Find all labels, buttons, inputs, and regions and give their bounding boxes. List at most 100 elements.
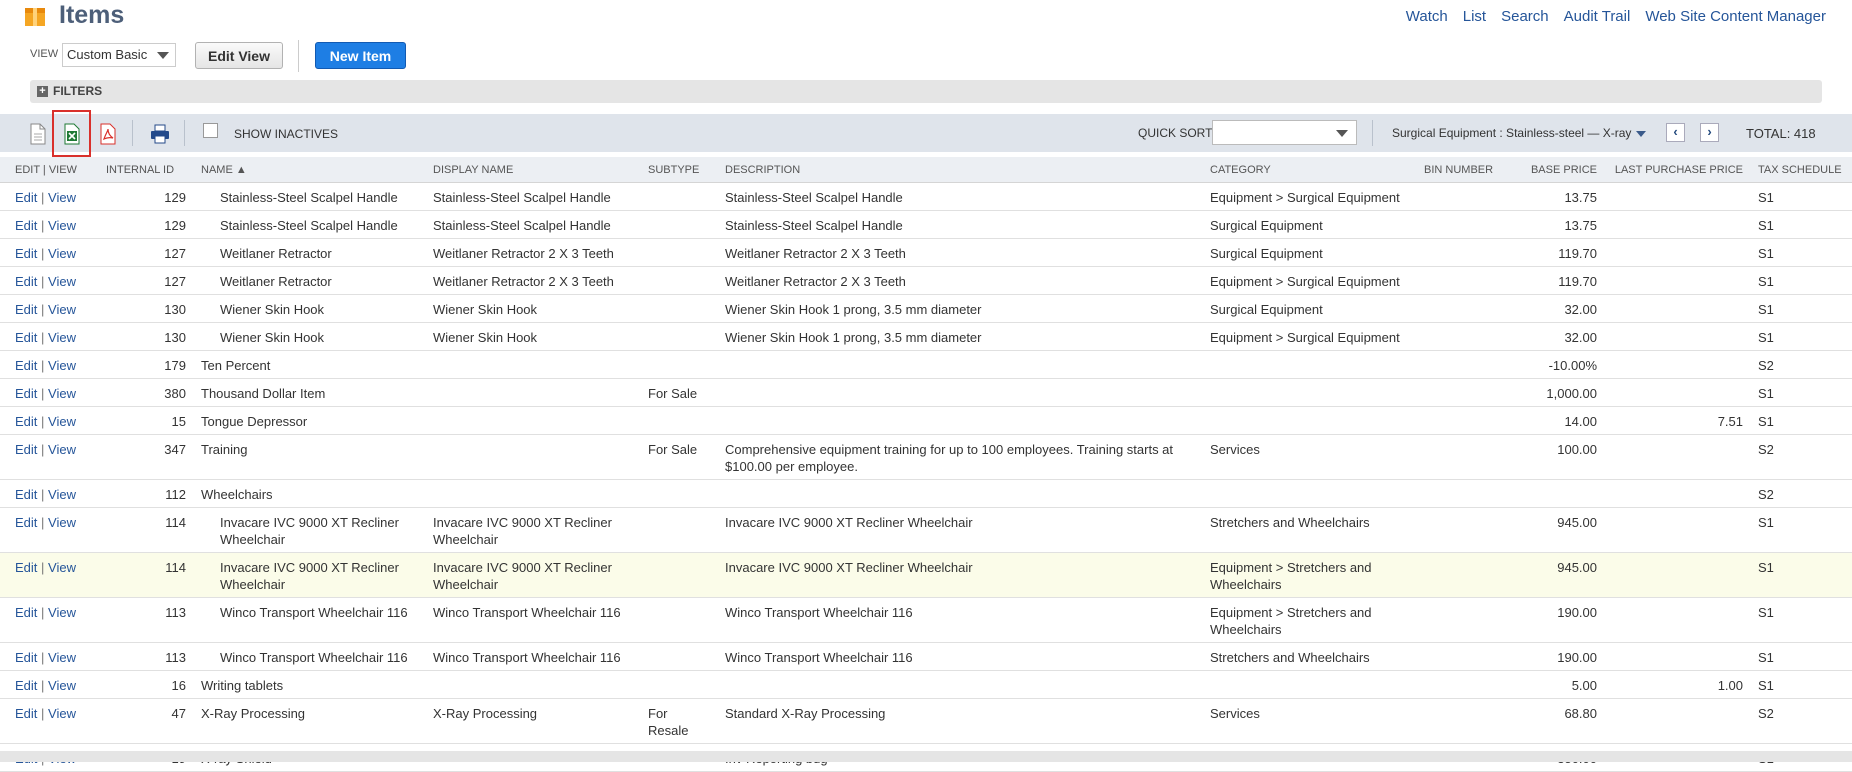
quick-sort-select[interactable] — [1212, 120, 1357, 145]
view-select[interactable]: Custom Basic — [62, 43, 176, 67]
column-header-tax-schedule[interactable]: TAX SCHEDULE — [1743, 157, 1852, 183]
edit-link[interactable]: Edit — [15, 706, 37, 721]
last-purchase-price-cell — [1597, 642, 1743, 671]
edit-view-button[interactable]: Edit View — [195, 42, 283, 69]
description-cell: Weitlaner Retractor 2 X 3 Teeth — [710, 266, 1195, 295]
edit-view-cell: Edit | View — [0, 698, 91, 744]
column-header-display-name[interactable]: DISPLAY NAME — [418, 157, 633, 183]
link-separator: | — [41, 330, 45, 345]
description-cell — [710, 670, 1195, 699]
print-icon[interactable] — [149, 123, 171, 145]
search-link[interactable]: Search — [1501, 8, 1549, 25]
view-link[interactable]: View — [48, 190, 76, 205]
edit-link[interactable]: Edit — [15, 302, 37, 317]
column-header-last-purchase-price[interactable]: LAST PURCHASE PRICE — [1597, 157, 1743, 183]
last-purchase-price-cell — [1597, 479, 1743, 508]
filters-bar[interactable]: + FILTERS — [30, 80, 1822, 103]
web-site-content-manager-link[interactable]: Web Site Content Manager — [1645, 8, 1826, 25]
table-row: Edit | View 114 Invacare IVC 9000 XT Recli… — [0, 552, 1852, 598]
next-page-button[interactable]: › — [1700, 123, 1719, 142]
view-link[interactable]: View — [48, 358, 76, 373]
items-table: EDIT | VIEW INTERNAL ID NAME ▲ DISPLAY N… — [0, 157, 1852, 772]
edit-link[interactable]: Edit — [15, 414, 37, 429]
last-purchase-price-cell — [1597, 378, 1743, 407]
column-header-category[interactable]: CATEGORY — [1195, 157, 1409, 183]
edit-link[interactable]: Edit — [15, 330, 37, 345]
link-separator: | — [41, 650, 45, 665]
view-link[interactable]: View — [48, 560, 76, 575]
edit-link[interactable]: Edit — [15, 246, 37, 261]
edit-link[interactable]: Edit — [15, 358, 37, 373]
view-link[interactable]: View — [48, 678, 76, 693]
column-header-description[interactable]: DESCRIPTION — [710, 157, 1195, 183]
view-link[interactable]: View — [48, 274, 76, 289]
edit-link[interactable]: Edit — [15, 442, 37, 457]
category-cell: Services — [1195, 434, 1409, 480]
column-header-base-price[interactable]: BASE PRICE — [1507, 157, 1597, 183]
page-range-label: Surgical Equipment : Stainless-steel — X… — [1392, 126, 1632, 140]
view-link[interactable]: View — [48, 302, 76, 317]
link-separator: | — [41, 190, 45, 205]
last-purchase-price-cell — [1597, 322, 1743, 351]
edit-link[interactable]: Edit — [15, 650, 37, 665]
view-link[interactable]: View — [48, 515, 76, 530]
page-range-select[interactable]: Surgical Equipment : Stainless-steel — X… — [1392, 126, 1647, 140]
previous-page-button[interactable]: ‹ — [1666, 123, 1685, 142]
description-cell — [710, 479, 1195, 508]
view-link[interactable]: View — [48, 650, 76, 665]
view-link[interactable]: View — [48, 246, 76, 261]
expand-plus-icon[interactable]: + — [37, 86, 48, 97]
view-link[interactable]: View — [48, 386, 76, 401]
csv-export-icon[interactable] — [28, 123, 48, 145]
new-item-button[interactable]: New Item — [315, 42, 406, 69]
audit-trail-link[interactable]: Audit Trail — [1564, 8, 1631, 25]
view-link[interactable]: View — [48, 330, 76, 345]
table-row: Edit | View 47 X-Ray Processing X-Ray Proce… — [0, 698, 1852, 744]
view-link[interactable]: View — [48, 414, 76, 429]
view-link[interactable]: View — [48, 706, 76, 721]
category-cell: Equipment > Surgical Equipment — [1195, 266, 1409, 295]
show-inactives-label: SHOW INACTIVES — [234, 127, 339, 141]
column-header-internal-id[interactable]: INTERNAL ID — [91, 157, 186, 183]
column-header-name[interactable]: NAME ▲ — [186, 157, 418, 183]
category-cell: Equipment > Stretchers and Wheelchairs — [1195, 552, 1409, 598]
link-separator: | — [41, 442, 45, 457]
edit-link[interactable]: Edit — [15, 386, 37, 401]
link-separator: | — [41, 560, 45, 575]
edit-link[interactable]: Edit — [15, 515, 37, 530]
internal-id-cell: 114 — [91, 552, 186, 598]
watch-link[interactable]: Watch — [1406, 8, 1448, 25]
bin-number-cell — [1409, 406, 1507, 435]
table-row: Edit | View 114 Invacare IVC 9000 XT Recli… — [0, 507, 1852, 553]
view-link[interactable]: View — [48, 218, 76, 233]
display-name-cell: X-Ray Processing — [418, 698, 633, 744]
bin-number-cell — [1409, 597, 1507, 643]
link-separator: | — [41, 487, 45, 502]
edit-view-cell: Edit | View — [0, 642, 91, 671]
show-inactives-checkbox[interactable] — [203, 123, 218, 138]
edit-link[interactable]: Edit — [15, 190, 37, 205]
tax-schedule-cell: S1 — [1743, 238, 1852, 267]
last-purchase-price-cell — [1597, 552, 1743, 598]
view-link[interactable]: View — [48, 442, 76, 457]
pdf-export-icon[interactable] — [98, 123, 118, 145]
edit-link[interactable]: Edit — [15, 560, 37, 575]
link-separator: | — [41, 706, 45, 721]
edit-link[interactable]: Edit — [15, 678, 37, 693]
view-link[interactable]: View — [48, 487, 76, 502]
view-link[interactable]: View — [48, 605, 76, 620]
edit-link[interactable]: Edit — [15, 487, 37, 502]
link-separator: | — [41, 274, 45, 289]
edit-link[interactable]: Edit — [15, 274, 37, 289]
column-header-bin-number[interactable]: BIN NUMBER — [1409, 157, 1507, 183]
bin-number-cell — [1409, 266, 1507, 295]
column-header-subtype[interactable]: SUBTYPE — [633, 157, 710, 183]
base-price-cell: 68.80 — [1507, 698, 1597, 744]
tax-schedule-cell: S2 — [1743, 698, 1852, 744]
category-cell: Services — [1195, 698, 1409, 744]
list-link[interactable]: List — [1463, 8, 1486, 25]
edit-link[interactable]: Edit — [15, 605, 37, 620]
edit-link[interactable]: Edit — [15, 218, 37, 233]
edit-view-cell: Edit | View — [0, 378, 91, 407]
bin-number-cell — [1409, 350, 1507, 379]
